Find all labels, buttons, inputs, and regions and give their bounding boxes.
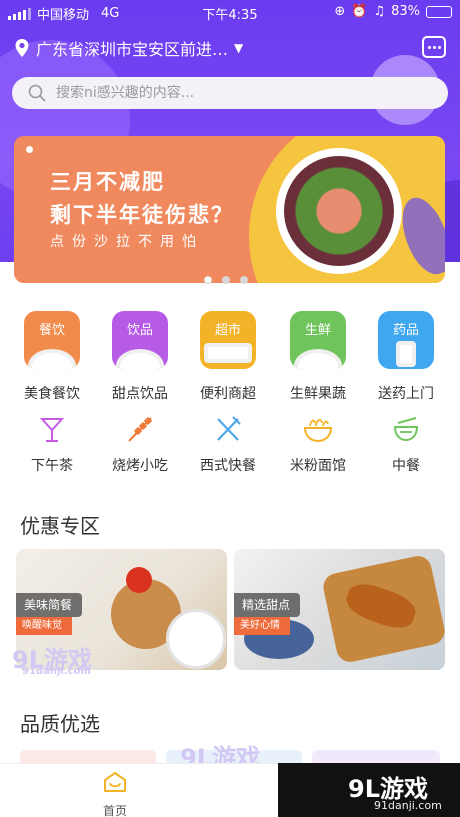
category-tile: 药品	[378, 311, 434, 369]
skewer-icon	[128, 417, 152, 442]
category-noodles[interactable]: 米粉面馆	[276, 413, 360, 475]
category-label: 生鲜果蔬	[290, 386, 346, 402]
category-food[interactable]: 餐饮 美食餐饮	[10, 311, 94, 403]
fresh-food-image	[294, 349, 342, 369]
store-image	[204, 343, 252, 363]
pager-dot[interactable]	[222, 276, 230, 284]
message-icon[interactable]	[422, 36, 446, 58]
tab-home-label: 首页	[102, 804, 127, 817]
promo-banner[interactable]: 三月不减肥 剩下半年徒伤悲？ 点份沙拉不用怕	[14, 136, 445, 283]
category-drinks[interactable]: 饮品 甜点饮品	[98, 311, 182, 403]
section-title-quality: 品质优选	[20, 712, 100, 736]
category-tile: 餐饮	[24, 311, 80, 369]
chevron-down-icon: ▼	[234, 41, 244, 55]
category-label: 中餐	[392, 458, 420, 474]
pager-dot[interactable]	[204, 276, 212, 284]
banner-headline: 三月不减肥	[50, 170, 165, 194]
category-afternoon-tea[interactable]: 下午茶	[10, 413, 94, 475]
cocktail-icon	[39, 418, 65, 442]
search-bar[interactable]	[12, 77, 448, 109]
category-label: 送药上门	[378, 386, 434, 402]
category-bbq[interactable]: 烧烤小吃	[98, 413, 182, 475]
watermark-site: 91danji.com	[22, 666, 91, 677]
home-icon	[104, 772, 126, 792]
search-icon	[28, 84, 46, 102]
location-selector[interactable]: 广东省深圳市宝安区前进… ▼	[14, 36, 446, 60]
promo-card-dessert[interactable]: 精选甜点 美好心情	[234, 549, 445, 670]
category-tag: 饮品	[126, 323, 153, 338]
section-title-promo: 优惠专区	[20, 514, 100, 538]
category-label: 西式快餐	[200, 458, 256, 474]
category-tag: 餐饮	[38, 323, 65, 338]
salad-image	[284, 156, 394, 266]
search-input[interactable]	[56, 85, 416, 101]
category-tag: 超市	[214, 323, 241, 338]
drink-image	[116, 349, 164, 369]
category-tile: 超市	[200, 311, 256, 369]
sandwich-plate-image	[166, 609, 226, 669]
category-label: 下午茶	[31, 458, 73, 474]
pager-dot[interactable]	[240, 276, 248, 284]
tab-home[interactable]: 首页	[85, 770, 145, 817]
category-label: 烧烤小吃	[112, 458, 168, 474]
category-tag: 药品	[392, 323, 419, 338]
dish-image	[28, 349, 76, 369]
banner-subtitle: 点份沙拉不用怕	[50, 234, 204, 250]
rotation-lock-icon: ⊕	[334, 4, 346, 19]
quality-card[interactable]	[20, 750, 156, 764]
quality-card[interactable]	[312, 750, 440, 764]
chinese-bowl-icon	[393, 417, 419, 442]
category-label: 米粉面馆	[290, 458, 346, 474]
medicine-image	[396, 341, 416, 367]
watermark-site: 91danji.com	[374, 799, 442, 812]
category-label: 便利商超	[200, 386, 256, 402]
category-western[interactable]: 西式快餐	[186, 413, 270, 475]
battery-icon	[426, 5, 452, 18]
category-tile: 饮品	[112, 311, 168, 369]
promo-card-subtitle: 唤醒味觉	[16, 617, 72, 635]
category-pharmacy[interactable]: 药品 送药上门	[364, 311, 448, 403]
status-bar: 中国移动 4G 下午4:35 ⊕ ⏰ ♫ 83%	[0, 0, 460, 24]
sauce-bowl-image	[126, 567, 152, 593]
headphones-icon: ♫	[373, 4, 386, 19]
promo-card-subtitle: 美好心情	[234, 617, 290, 635]
alarm-icon: ⏰	[351, 4, 368, 19]
category-tag: 生鲜	[304, 323, 331, 338]
promo-card-title: 美味简餐	[16, 593, 83, 617]
location-pin-icon	[15, 39, 29, 57]
location-text: 广东省深圳市宝安区前进…	[36, 40, 229, 59]
promo-card-title: 精选甜点	[234, 593, 301, 617]
banner-pager	[204, 276, 248, 284]
watermark-corner: 9L游戏 91danji.com	[278, 763, 460, 817]
noodle-bowl-icon	[303, 419, 333, 443]
category-chinese[interactable]: 中餐	[364, 413, 448, 475]
banner-dot	[26, 146, 33, 153]
battery-percent: 83%	[391, 4, 420, 19]
category-fresh[interactable]: 生鲜 生鲜果蔬	[276, 311, 360, 403]
banner-headline-2: 剩下半年徒伤悲？	[50, 203, 234, 227]
fork-knife-icon	[217, 416, 241, 441]
category-tile: 生鲜	[290, 311, 346, 369]
category-label: 甜点饮品	[112, 386, 168, 402]
category-supermarket[interactable]: 超市 便利商超	[186, 311, 270, 403]
category-label: 美食餐饮	[24, 386, 80, 402]
